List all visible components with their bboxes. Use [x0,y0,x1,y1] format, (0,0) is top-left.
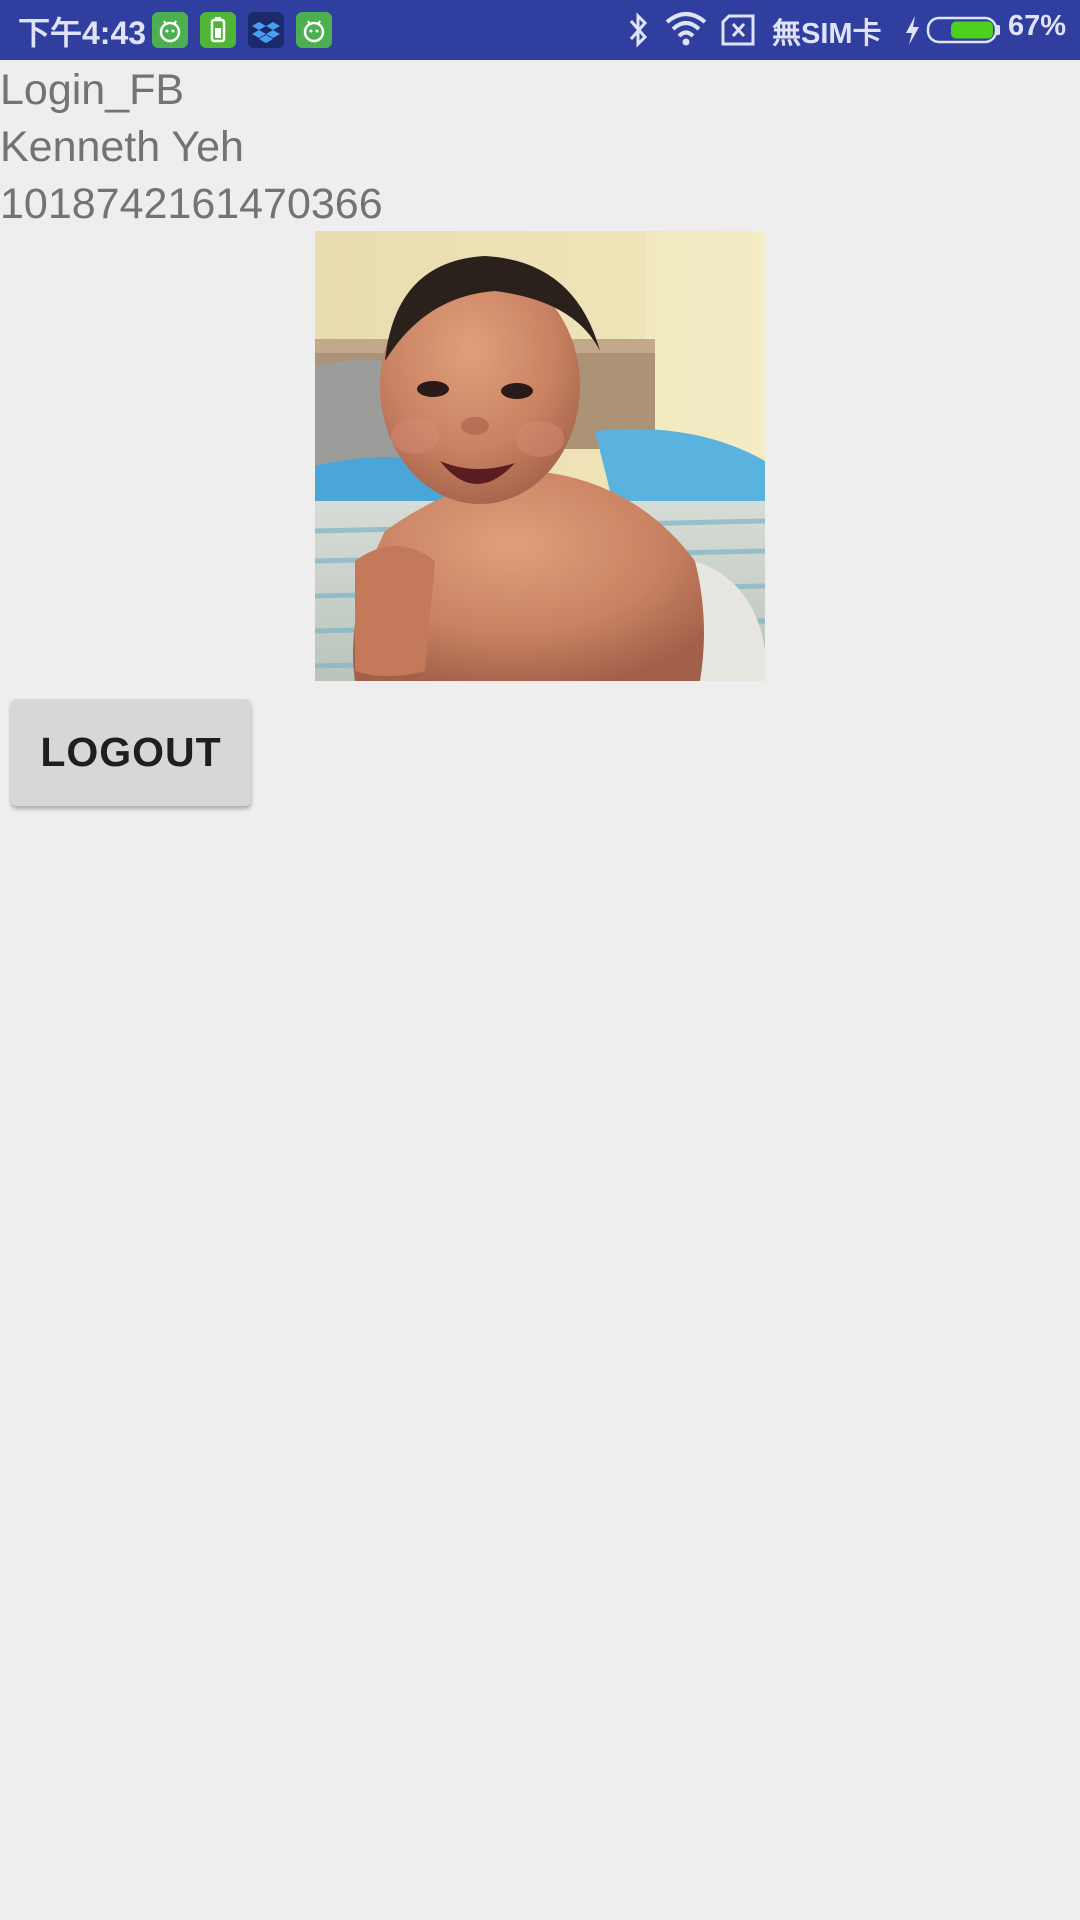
app-title: Login_FB [0,66,185,114]
bluetooth-icon [629,12,648,48]
user-id: 1018742161470366 [0,180,383,228]
dropbox-icon [248,12,284,48]
android-notification-icon [152,12,188,48]
sim-status-text: 無SIM卡 [772,18,882,50]
wifi-icon [665,12,707,46]
battery-percent: 67% [1008,10,1067,42]
battery-icon [926,16,1000,44]
no-sim-icon [721,14,755,46]
user-name: Kenneth Yeh [0,123,244,171]
logout-button[interactable]: LOGOUT [11,699,251,806]
android-notification-icon [296,12,332,48]
profile-photo [315,231,765,681]
profile-photo-image [315,231,765,681]
battery-app-icon [200,12,236,48]
status-bar: 下午4:43 無SIM卡 67% [0,0,1080,60]
charging-icon [906,16,919,45]
status-time: 下午4:43 [18,15,147,51]
